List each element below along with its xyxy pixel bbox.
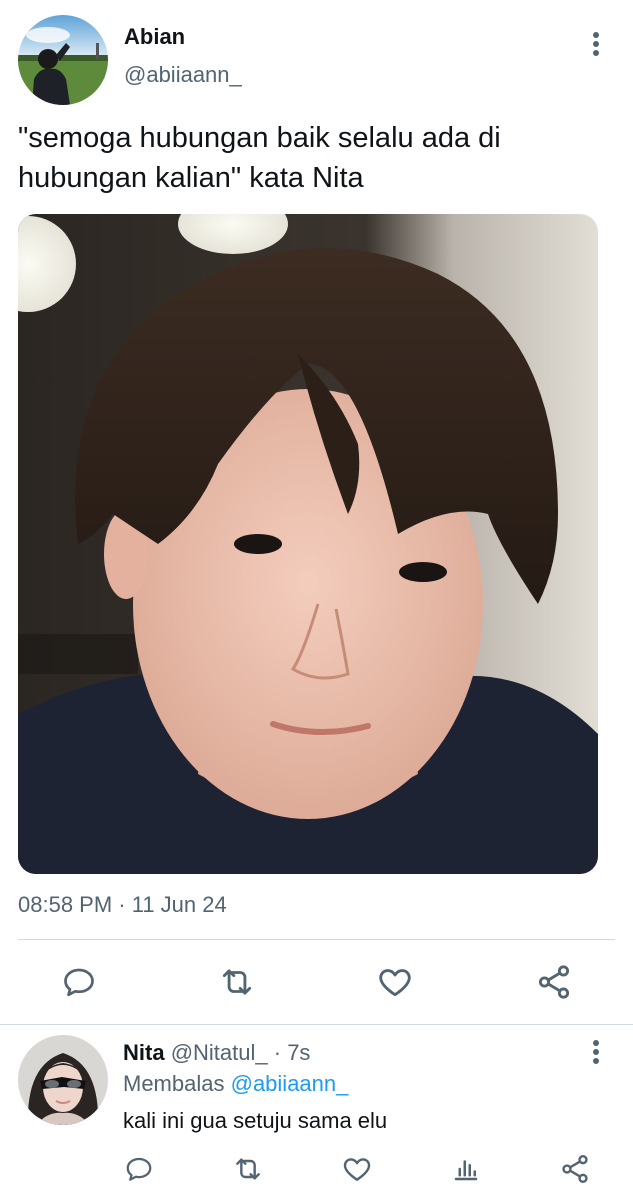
retweet-icon[interactable] <box>217 962 257 1002</box>
reply-reply-icon[interactable] <box>122 1152 156 1186</box>
replying-to: Membalas @abiiaann_ <box>123 1071 348 1097</box>
reply-author-handle[interactable]: @Nitatul_ <box>171 1040 268 1065</box>
reply-more-options-icon[interactable] <box>586 1038 606 1068</box>
tweet-detail-page: Abian @abiiaann_ "semoga hubungan baik s… <box>0 0 633 1200</box>
reply-views-icon[interactable] <box>449 1152 483 1186</box>
author-handle[interactable]: @abiiaann_ <box>124 62 242 88</box>
reply-header: Nita @Nitatul_ · 7s <box>123 1040 310 1066</box>
tweet-text-line-2: hubungan kalian" kata Nita <box>18 162 364 194</box>
tweet-timestamp[interactable]: 08:58 PM · 11 Jun 24 <box>18 892 227 918</box>
reply-author-avatar[interactable] <box>18 1035 108 1125</box>
tweet-text: "semoga hubungan baik selalu ada di hubu… <box>18 118 608 198</box>
reply-retweet-icon[interactable] <box>231 1152 265 1186</box>
reply-text: kali ini gua setuju sama elu <box>123 1108 388 1133</box>
like-icon[interactable] <box>375 962 415 1002</box>
tweet-photo[interactable] <box>18 214 598 874</box>
share-icon[interactable] <box>534 962 574 1002</box>
reply-author-name[interactable]: Nita <box>123 1040 165 1065</box>
replying-to-mention[interactable]: @abiiaann_ <box>231 1071 349 1096</box>
divider <box>18 939 615 940</box>
divider <box>0 1024 633 1025</box>
reply-like-icon[interactable] <box>340 1152 374 1186</box>
reply-time: · 7s <box>273 1040 311 1065</box>
tweet-text-line-1: "semoga hubungan baik selalu ada di <box>18 122 501 154</box>
replying-to-prefix: Membalas <box>123 1071 225 1096</box>
reply-icon[interactable] <box>59 962 99 1002</box>
author-name[interactable]: Abian <box>124 24 185 50</box>
author-avatar[interactable] <box>18 15 108 105</box>
more-options-icon[interactable] <box>586 30 606 60</box>
reply-share-icon[interactable] <box>558 1152 592 1186</box>
